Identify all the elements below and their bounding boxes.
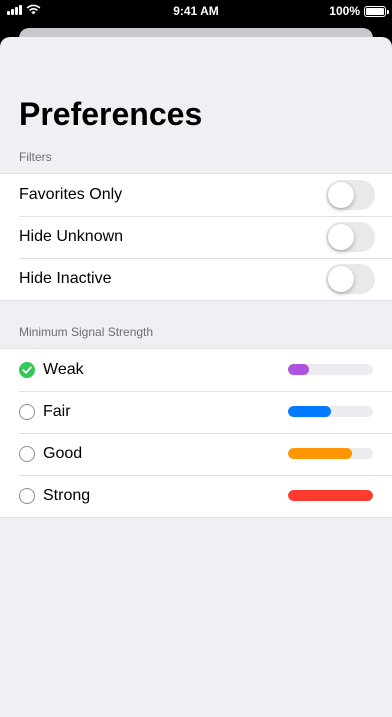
filter-label: Hide Inactive: [19, 270, 112, 287]
signal-section-header: Minimum Signal Strength: [19, 325, 154, 339]
filter-label: Favorites Only: [19, 186, 123, 203]
radio-empty-icon: [19, 488, 35, 504]
filter-row-hide-inactive: Hide Inactive: [0, 258, 392, 300]
signal-option-label: Strong: [43, 487, 91, 504]
signal-meter: [288, 490, 373, 501]
filters-group: Favorites Only Hide Unknown Hide Inactiv…: [0, 173, 392, 301]
filters-section-header: Filters: [19, 150, 52, 164]
signal-option-strong[interactable]: Strong: [0, 475, 392, 517]
battery-icon: [364, 5, 389, 17]
page-title: Preferences: [19, 96, 203, 132]
signal-option-weak[interactable]: Weak: [0, 349, 392, 391]
favorites-only-toggle[interactable]: [326, 180, 375, 210]
signal-option-good[interactable]: Good: [0, 433, 392, 475]
signal-meter-fill: [288, 406, 331, 417]
signal-strength-group: Weak Fair Good Strong: [0, 348, 392, 518]
radio-empty-icon: [19, 446, 35, 462]
signal-meter: [288, 406, 373, 417]
filter-label: Hide Unknown: [19, 228, 124, 245]
checkmark-icon: [19, 362, 35, 378]
hide-unknown-toggle[interactable]: [326, 222, 375, 252]
signal-meter-fill: [288, 448, 352, 459]
signal-option-label: Weak: [43, 361, 84, 378]
radio-empty-icon: [19, 404, 35, 420]
signal-option-fair[interactable]: Fair: [0, 391, 392, 433]
signal-option-label: Good: [43, 445, 83, 462]
signal-meter-fill: [288, 364, 310, 375]
battery-percentage: 100%: [329, 4, 360, 18]
signal-option-label: Fair: [43, 403, 71, 420]
signal-meter: [288, 448, 373, 459]
filter-row-favorites-only: Favorites Only: [0, 174, 392, 216]
filter-row-hide-unknown: Hide Unknown: [0, 216, 392, 258]
hide-inactive-toggle[interactable]: [326, 264, 375, 294]
signal-meter-fill: [288, 490, 373, 501]
status-bar: 9:41 AM 100%: [0, 0, 392, 22]
signal-meter: [288, 364, 373, 375]
